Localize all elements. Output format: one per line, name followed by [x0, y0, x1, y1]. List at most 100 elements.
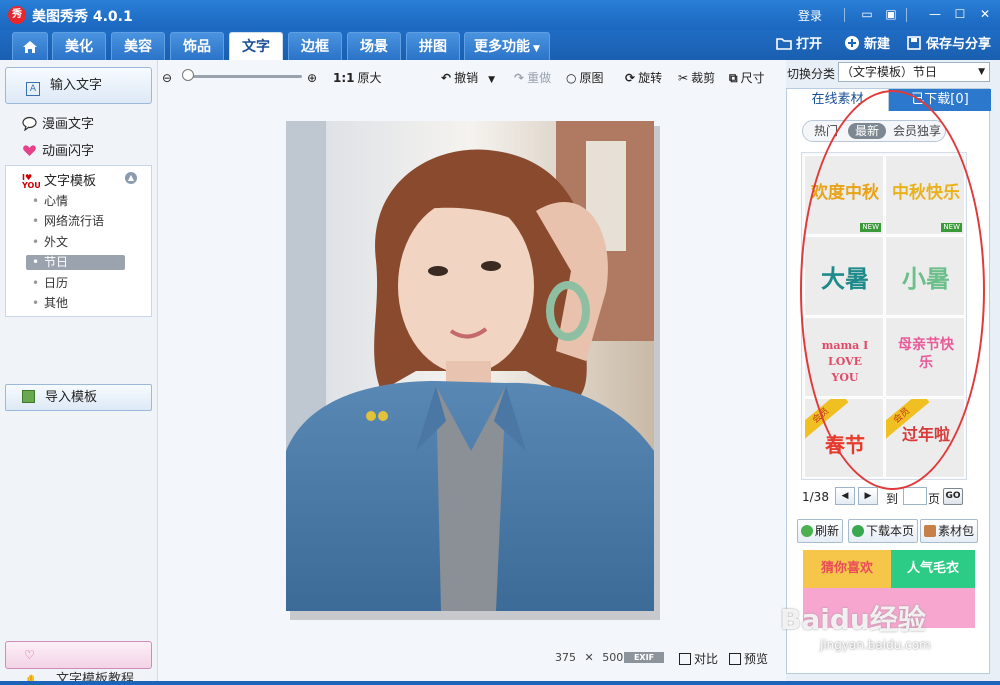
import-template-button[interactable]: 导入模板: [5, 384, 152, 411]
close-icon[interactable]: ✕: [976, 5, 994, 23]
template-item-mood[interactable]: 心情: [26, 194, 125, 209]
template-category-box: I♥ YOU文字模板 ▲ 心情 网络流行语 外文 节日 日历 其他: [5, 165, 152, 317]
template-item-holiday[interactable]: 节日: [26, 255, 125, 270]
message-icon[interactable]: ▭: [858, 5, 876, 23]
refresh-button[interactable]: 刷新: [797, 519, 844, 543]
material-filter-bar: 热门 最新 会员独享: [802, 120, 946, 142]
scissors-icon: ✂: [678, 71, 689, 85]
filter-newest[interactable]: 最新: [848, 123, 886, 139]
app-logo: 秀: [8, 6, 26, 24]
maximize-icon[interactable]: ☐: [951, 5, 969, 23]
i-love-you-icon: I♥ YOU: [22, 173, 41, 190]
zoom-out-icon[interactable]: ⊖: [162, 70, 172, 86]
text-a-icon: A: [26, 82, 40, 96]
next-page-button[interactable]: ▶: [858, 487, 878, 505]
material-item[interactable]: 欢度中秋 NEW: [804, 155, 884, 235]
go-button[interactable]: GO: [943, 488, 963, 505]
tab-text[interactable]: 文字: [229, 32, 283, 60]
exif-button[interactable]: EXIF: [624, 652, 664, 663]
heart-icon: [23, 145, 36, 156]
size-button[interactable]: ⧉ 尺寸: [729, 70, 765, 86]
animated-text-link[interactable]: 动画闪字: [22, 140, 94, 159]
template-item-calendar[interactable]: 日历: [26, 276, 125, 291]
tab-collage[interactable]: 拼图: [406, 32, 460, 60]
zoom-in-icon[interactable]: ⊕: [307, 70, 317, 86]
material-item[interactable]: 大暑: [804, 236, 884, 316]
login-link[interactable]: 登录: [798, 7, 822, 24]
filter-hot[interactable]: 热门: [807, 123, 845, 139]
minimize-icon[interactable]: —: [926, 5, 944, 23]
rotate-label: 旋转: [638, 71, 663, 85]
compare-button[interactable]: 对比: [679, 650, 718, 667]
materials-grid: 欢度中秋 NEW 中秋快乐 NEW 大暑 小暑 mama I LOVE YOU: [801, 152, 967, 480]
tab-frames[interactable]: 边框: [288, 32, 342, 60]
preview-button[interactable]: 预览: [729, 650, 768, 667]
material-label: mama I LOVE YOU: [821, 339, 869, 384]
tab-accessories[interactable]: 饰品: [170, 32, 224, 60]
baidu-watermark-url: jingyan.baidu.com: [820, 638, 931, 652]
original-size-button[interactable]: 1:1 原大: [333, 70, 382, 86]
original-image-label: 原图: [579, 71, 604, 85]
image-height: 500: [602, 651, 624, 664]
material-label: 春节: [825, 433, 865, 457]
download-page-label: 下载本页: [866, 524, 915, 538]
size-label: 尺寸: [740, 71, 765, 85]
filter-vip[interactable]: 会员独享: [889, 123, 945, 139]
material-item[interactable]: mama I LOVE YOU: [804, 317, 884, 397]
undo-dropdown-icon[interactable]: ▼: [488, 75, 495, 85]
category-select[interactable]: （文字模板）节日 ▼: [838, 62, 990, 82]
page-indicator: 1/38: [802, 490, 829, 504]
save-share-button[interactable]: 保存与分享: [906, 35, 991, 55]
material-item[interactable]: 小暑: [885, 236, 965, 316]
input-text-button[interactable]: A 输入文字: [5, 67, 152, 104]
rotate-icon: ⟳: [625, 71, 636, 85]
tab-online-materials[interactable]: 在线素材: [787, 89, 889, 111]
title-separator: [906, 8, 907, 22]
tab-beautify[interactable]: 美化: [52, 32, 106, 60]
edited-photo[interactable]: [286, 121, 654, 611]
title-separator: [844, 8, 845, 22]
zoom-slider-track[interactable]: [184, 75, 302, 78]
template-item-other[interactable]: 其他: [26, 296, 125, 311]
materials-panel: 在线素材 已下载[0] 热门 最新 会员独享 欢度中秋 NEW 中秋快乐 NEW…: [786, 88, 991, 674]
redo-button[interactable]: ↷ 重做: [514, 70, 551, 86]
prev-page-button[interactable]: ◀: [835, 487, 855, 505]
template-item-internet-slang[interactable]: 网络流行语: [26, 214, 125, 229]
banner-popular-sweater[interactable]: 人气毛衣: [891, 550, 975, 588]
material-pack-button[interactable]: 素材包: [920, 519, 979, 543]
material-item[interactable]: 母亲节快乐: [885, 317, 965, 397]
skin-icon[interactable]: ▣: [882, 5, 900, 23]
crop-label: 裁剪: [691, 71, 716, 85]
tab-more-functions[interactable]: 更多功能 ▼: [464, 32, 550, 60]
original-image-button[interactable]: ○ 原图: [566, 70, 604, 86]
tab-scenes[interactable]: 场景: [347, 32, 401, 60]
page-number-input[interactable]: [903, 487, 927, 505]
open-button[interactable]: 打开: [776, 35, 822, 55]
material-label: 中秋快乐: [892, 183, 960, 203]
template-item-foreign[interactable]: 外文: [26, 235, 125, 250]
preview-icon: [729, 653, 741, 665]
material-item[interactable]: 会员 过年啦: [885, 398, 965, 478]
undo-button[interactable]: ↶ 撤销 ▼: [441, 70, 495, 86]
template-tutorial-button[interactable]: ♡✋ 文字模板教程: [5, 641, 152, 685]
tab-home[interactable]: [12, 32, 48, 60]
redo-icon: ↷: [514, 71, 525, 85]
download-page-button[interactable]: 下载本页: [848, 519, 919, 543]
tab-downloaded[interactable]: 已下载[0]: [889, 89, 991, 111]
image-dimensions: 375 ✕ 500: [555, 651, 623, 664]
material-item[interactable]: 中秋快乐 NEW: [885, 155, 965, 235]
banner-guess-you-like[interactable]: 猜你喜欢: [803, 550, 891, 588]
template-header[interactable]: I♥ YOU 文字模板: [22, 170, 96, 190]
tab-beauty[interactable]: 美容: [111, 32, 165, 60]
material-label: 母亲节快乐: [898, 337, 954, 371]
rotate-button[interactable]: ⟳ 旋转: [625, 70, 662, 86]
material-label: 过年啦: [901, 425, 950, 444]
material-item[interactable]: 会员 春节: [804, 398, 884, 478]
collapse-icon[interactable]: ▲: [125, 172, 137, 184]
crop-button[interactable]: ✂ 裁剪: [678, 70, 715, 86]
app-title: 美图秀秀 4.0.1: [32, 9, 133, 25]
redo-label: 重做: [527, 71, 552, 85]
zoom-slider-handle[interactable]: [182, 69, 194, 81]
new-button[interactable]: 新建: [844, 35, 890, 55]
comic-text-link[interactable]: 漫画文字: [22, 113, 94, 132]
